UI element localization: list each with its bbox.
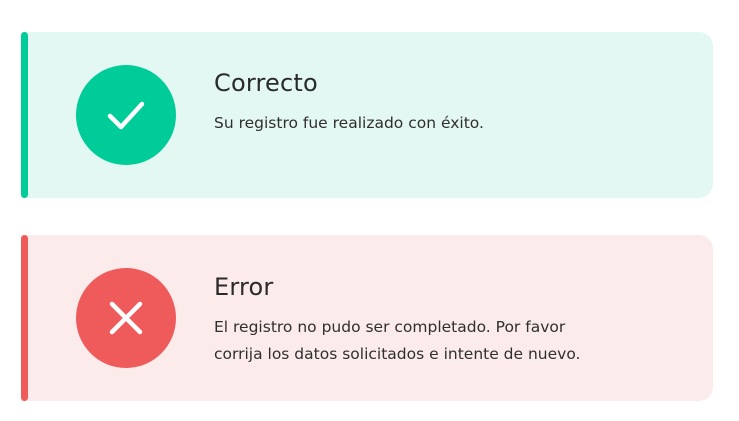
error-alert: Error El registro no pudo ser completado… bbox=[21, 235, 713, 401]
error-alert-message: El registro no pudo ser completado. Por … bbox=[214, 314, 674, 368]
success-alert: Correcto Su registro fue realizado con é… bbox=[21, 32, 713, 198]
error-accent-bar bbox=[21, 235, 28, 401]
success-icon-badge bbox=[76, 65, 176, 165]
checkmark-icon bbox=[107, 101, 145, 130]
error-alert-message-line-2: corrija los datos solicitados e intente … bbox=[214, 345, 581, 363]
close-x-icon bbox=[109, 301, 143, 335]
success-alert-message-text: Su registro fue realizado con éxito. bbox=[214, 114, 484, 132]
error-alert-title: Error bbox=[214, 273, 274, 301]
error-icon-badge bbox=[76, 268, 176, 368]
error-alert-message-line-1: El registro no pudo ser completado. Por … bbox=[214, 318, 566, 336]
success-alert-title: Correcto bbox=[214, 69, 318, 97]
success-alert-message: Su registro fue realizado con éxito. bbox=[214, 110, 674, 137]
success-accent-bar bbox=[21, 32, 28, 198]
